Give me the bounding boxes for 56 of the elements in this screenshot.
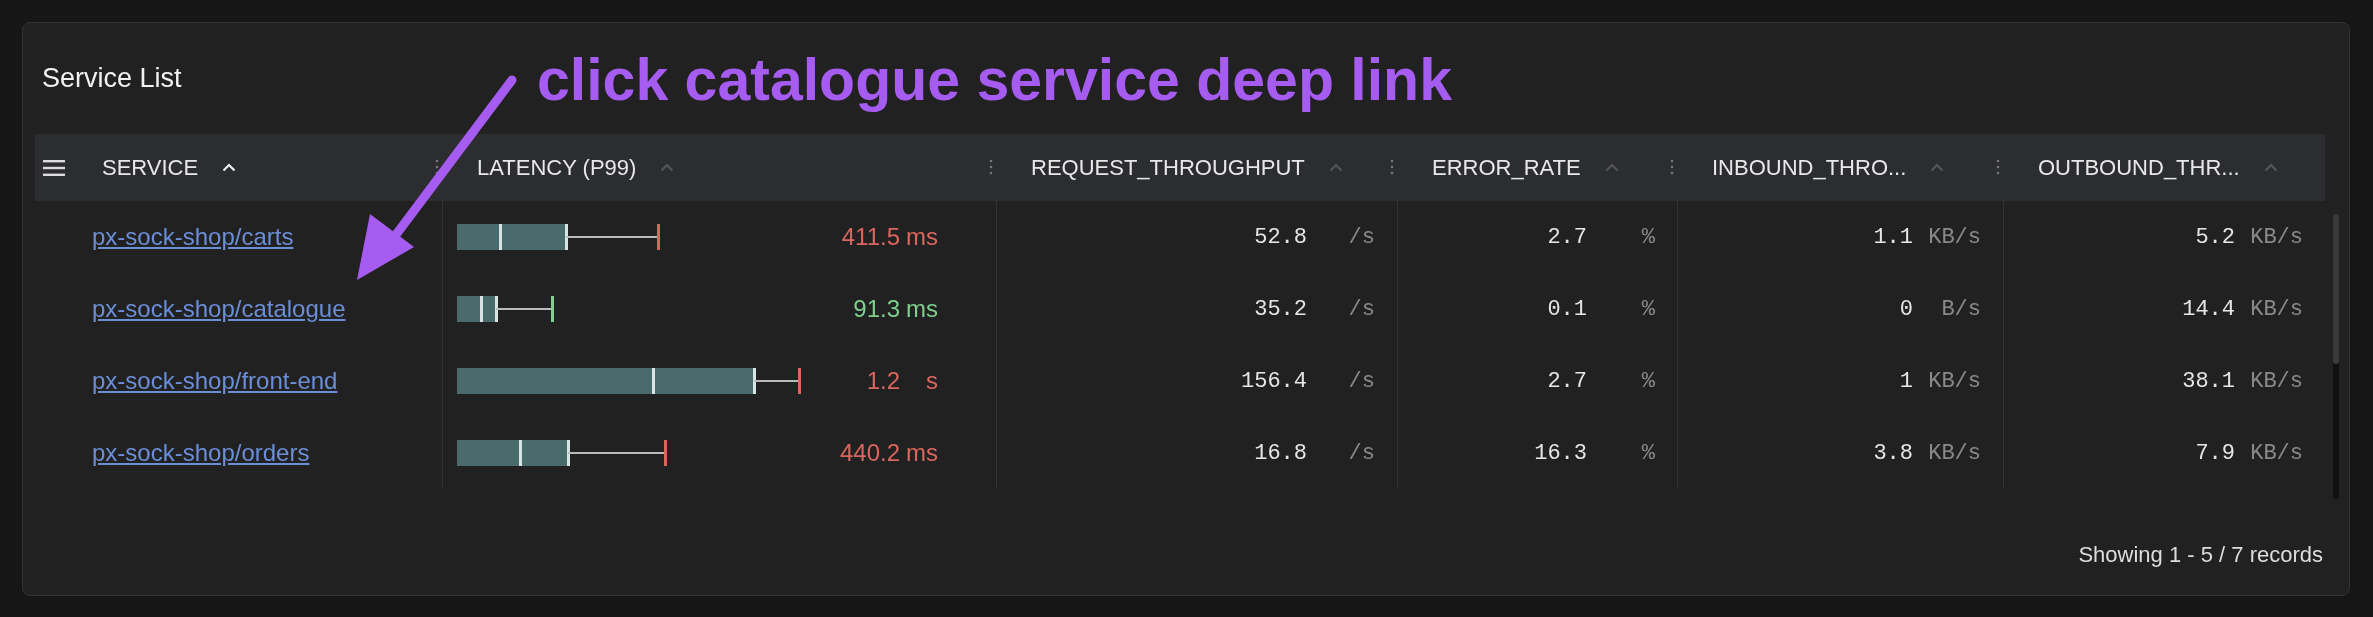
latency-value: 440.2 ms: [839, 438, 938, 468]
latency-value: 1.2 s: [866, 366, 938, 396]
scrollbar-drawing[interactable]: [2333, 214, 2339, 499]
metric-value: 156.4: [1241, 367, 1307, 396]
metric-value: 35.2: [1254, 295, 1307, 324]
unit-label: %: [1640, 223, 1655, 252]
unit-label: KB/s: [1927, 367, 1981, 396]
unit-label: KB/s: [2249, 439, 2303, 468]
panel-title: Service List: [42, 62, 182, 96]
metric-value: 38.1: [2182, 367, 2235, 396]
latency-value: 91.3 ms: [853, 294, 938, 324]
column-resize-icon[interactable]: [1390, 159, 1394, 175]
metric-value: 7.9: [2195, 439, 2235, 468]
column-header[interactable]: INBOUND_THRO...: [1712, 151, 1907, 184]
metric-value: 2.7: [1547, 223, 1587, 252]
metric-value: 52.8: [1254, 223, 1307, 252]
unit-label: /s: [1347, 295, 1375, 324]
unit-label: %: [1640, 439, 1655, 468]
unit-label: %: [1640, 367, 1655, 396]
service-link[interactable]: px-sock-shop/catalogue: [92, 291, 346, 327]
metric-value: 0.1: [1547, 295, 1587, 324]
unit-label: KB/s: [1927, 223, 1981, 252]
column-resize-icon[interactable]: [1996, 159, 2000, 175]
unit-label: B/s: [1940, 295, 1981, 324]
service-link[interactable]: px-sock-shop/orders: [92, 435, 310, 471]
column-header[interactable]: SERVICE: [102, 151, 199, 184]
column-resize-icon[interactable]: [989, 159, 993, 175]
metric-value: 3.8: [1873, 439, 1913, 468]
column-resize-icon[interactable]: [1670, 159, 1674, 175]
records-count: Showing 1 - 5 / 7 records: [2078, 541, 2323, 569]
metric-value: 0: [1899, 295, 1913, 324]
metric-value: 5.2: [2195, 223, 2235, 252]
column-header[interactable]: ERROR_RATE: [1432, 151, 1581, 184]
unit-label: KB/s: [2249, 367, 2303, 396]
column-header[interactable]: OUTBOUND_THR...: [2038, 151, 2240, 184]
unit-label: KB/s: [2249, 223, 2303, 252]
unit-label: /s: [1347, 367, 1375, 396]
metric-value: 16.3: [1534, 439, 1587, 468]
service-link[interactable]: px-sock-shop/front-end: [92, 363, 338, 399]
column-header[interactable]: LATENCY (P99): [477, 151, 637, 184]
unit-label: KB/s: [2249, 295, 2303, 324]
metric-value: 2.7: [1547, 367, 1587, 396]
metric-value: 14.4: [2182, 295, 2235, 324]
service-link[interactable]: px-sock-shop/carts: [92, 219, 294, 255]
metric-value: 1.1: [1873, 223, 1913, 252]
metric-value: 16.8: [1254, 439, 1307, 468]
unit-label: %: [1640, 295, 1655, 324]
latency-value: 411.5 ms: [841, 222, 938, 252]
unit-label: /s: [1347, 223, 1375, 252]
annotation-text: click catalogue service deep link: [537, 46, 1452, 115]
column-header[interactable]: REQUEST_THROUGHPUT: [1031, 151, 1305, 184]
unit-label: /s: [1347, 439, 1375, 468]
column-resize-icon[interactable]: [435, 159, 439, 175]
menu-icon[interactable]: [43, 159, 65, 176]
unit-label: KB/s: [1927, 439, 1981, 468]
metric-value: 1: [1899, 367, 1913, 396]
